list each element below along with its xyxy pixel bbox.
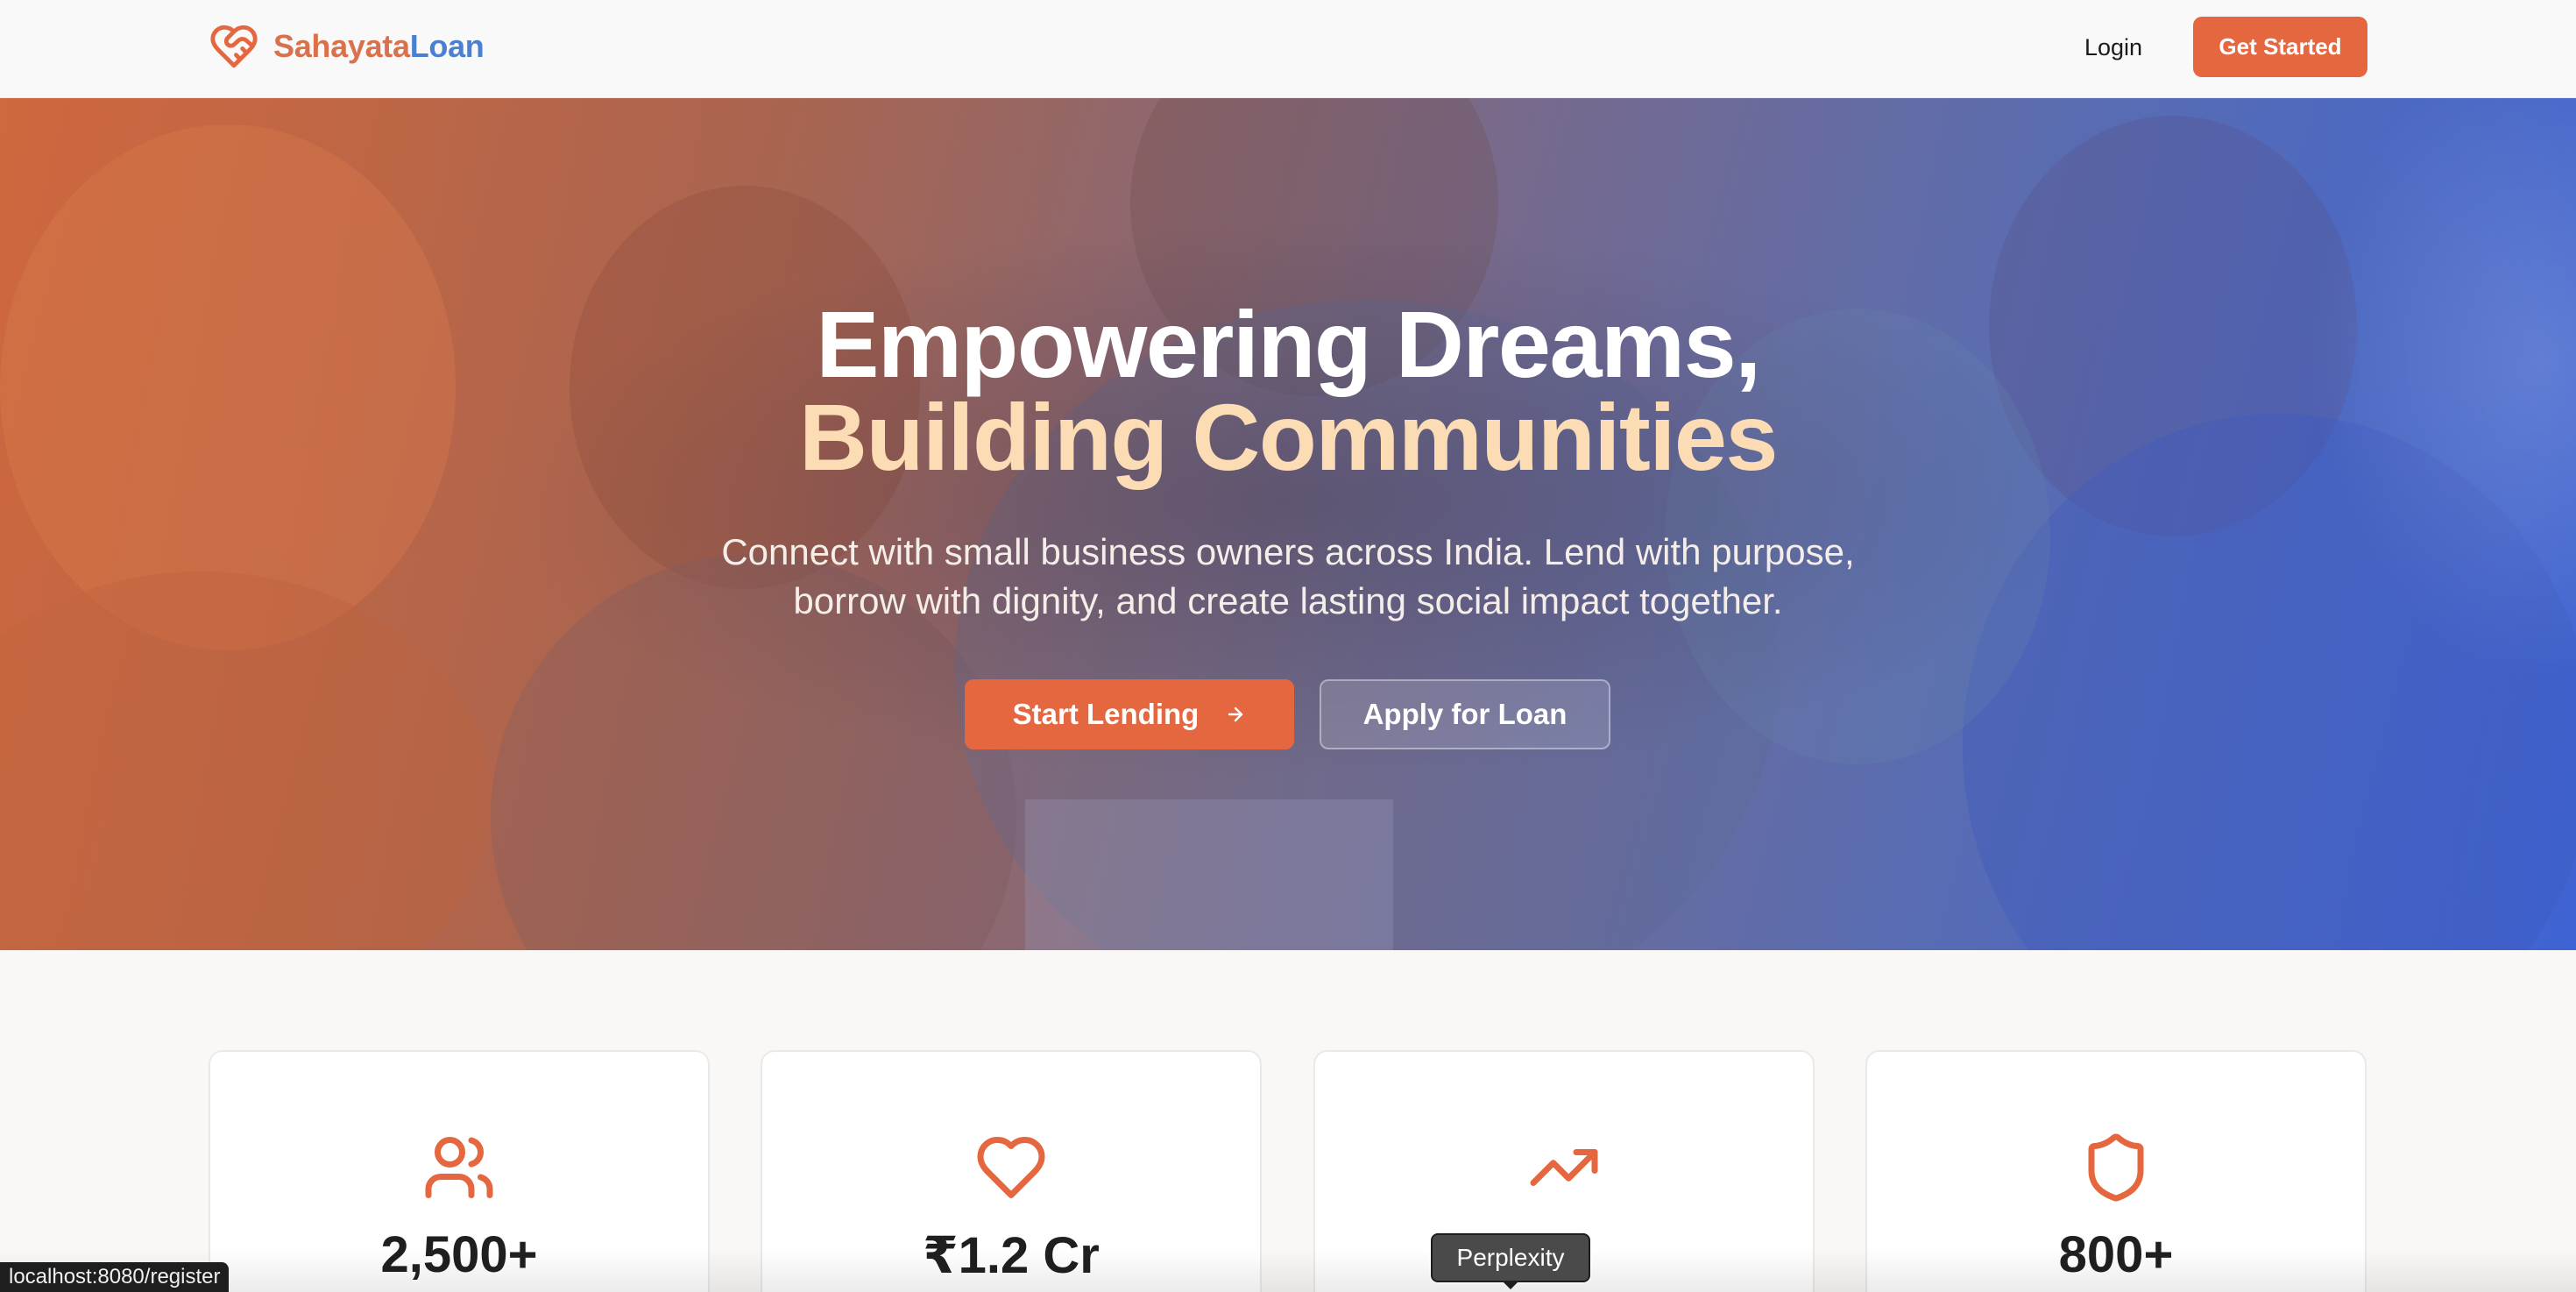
shield-icon	[2088, 1133, 2144, 1202]
stat-icon-wrap	[1867, 1131, 2365, 1204]
hero-section: Empowering Dreams, Building Communities …	[0, 98, 2576, 950]
tooltip: Perplexity	[1431, 1233, 1590, 1282]
start-lending-button[interactable]: Start Lending	[965, 679, 1294, 749]
tooltip-tail	[1502, 1281, 1519, 1289]
brand-name-part2: Loan	[409, 28, 485, 64]
brand-name-part1: Sahayata	[273, 28, 410, 64]
hero-subtitle: Connect with small business owners acros…	[721, 531, 1855, 621]
trending-up-icon	[1530, 1149, 1598, 1186]
apply-for-loan-button[interactable]: Apply for Loan	[1320, 679, 1610, 749]
stat-icon-wrap	[1315, 1131, 1813, 1204]
stat-icon-wrap	[762, 1131, 1260, 1204]
brand-name: SahayataLoan	[273, 28, 485, 65]
users-icon	[425, 1137, 493, 1198]
stat-card-lenders: 2,500+	[209, 1050, 710, 1292]
start-lending-label: Start Lending	[1012, 698, 1200, 730]
login-button[interactable]: Login	[2050, 21, 2176, 74]
hero-title: Empowering Dreams, Building Communities	[0, 291, 2576, 490]
heart-icon	[977, 1137, 1045, 1198]
arrow-right-icon	[1228, 706, 1243, 722]
hero-title-line1: Empowering Dreams,	[816, 291, 1761, 397]
navbar: SahayataLoan Login Get Started	[0, 0, 2576, 98]
hero-title-line2: Building Communities	[799, 384, 1778, 490]
stat-icon-wrap	[210, 1131, 708, 1204]
heart-handshake-icon	[210, 25, 258, 68]
stat-card-amount: ₹1.2 Cr	[761, 1050, 1262, 1292]
stat-card-borrowers: 800+	[1865, 1050, 2367, 1292]
stat-value: ₹1.2 Cr	[923, 1227, 1100, 1284]
stat-value: 800+	[2058, 1226, 2174, 1283]
brand-logo[interactable]: SahayataLoan	[209, 21, 485, 72]
hero-overlay	[0, 98, 2576, 950]
get-started-button[interactable]: Get Started	[2193, 17, 2367, 77]
stat-value: 2,500+	[380, 1226, 538, 1283]
link-status-url: localhost:8080/register	[0, 1262, 230, 1292]
